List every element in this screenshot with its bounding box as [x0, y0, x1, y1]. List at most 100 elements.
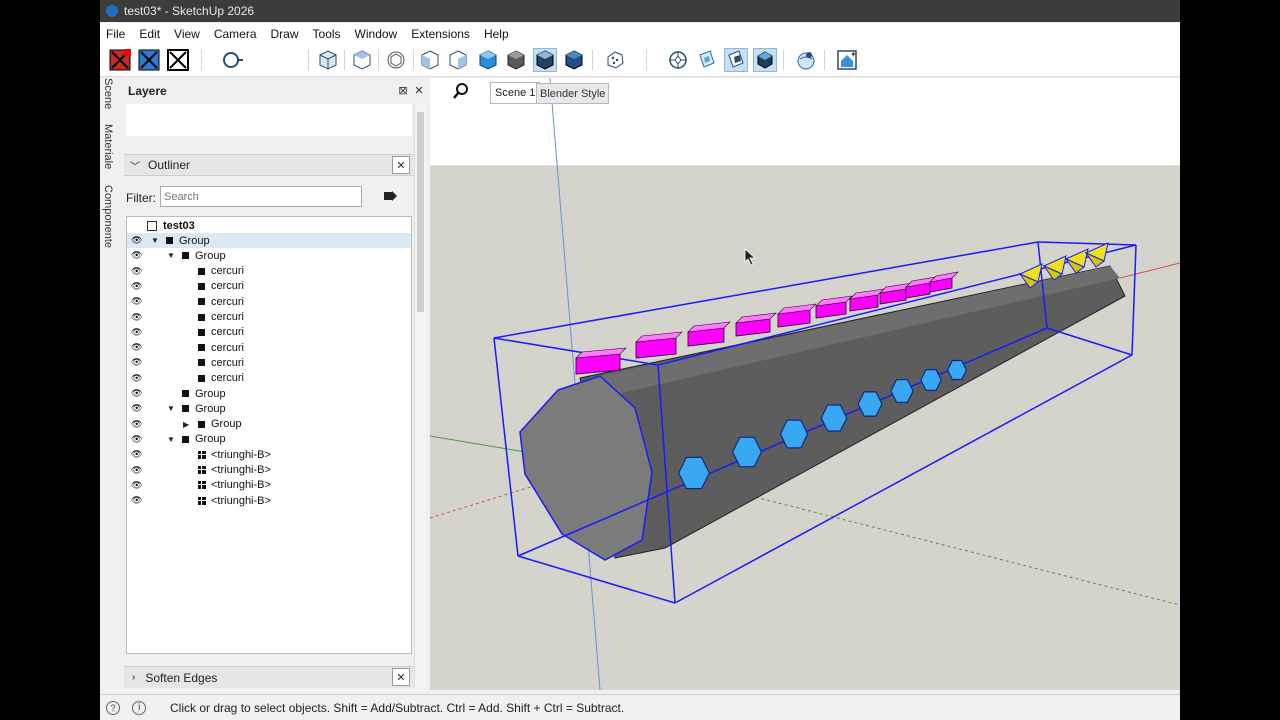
shaded-style-icon[interactable] [562, 48, 586, 72]
layers-panel-header[interactable]: Layere [124, 80, 414, 102]
eye-visibility-icon[interactable]: 👁 [131, 235, 142, 246]
outliner-row[interactable]: 👁 <triunghi-B> [127, 463, 411, 478]
soften-edges-close-button[interactable]: ✕ [392, 668, 410, 686]
display-section-icon[interactable] [724, 48, 748, 72]
top-view-icon[interactable] [350, 48, 374, 72]
sketchup-window: test03* - SketchUp 2026 File Edit View C… [100, 0, 1180, 720]
outliner-row[interactable]: 👁 cercuri [127, 310, 411, 325]
xray-blue-icon[interactable] [137, 48, 161, 72]
scene-tab-blender-style[interactable]: Blender Style [536, 83, 610, 104]
cyan-hex-boss [890, 379, 914, 403]
menu-view[interactable]: View [174, 27, 200, 41]
search-icon[interactable] [452, 82, 470, 100]
geo-location-icon[interactable] [794, 48, 818, 72]
menu-camera[interactable]: Camera [214, 27, 257, 41]
outliner-row[interactable]: 👁 <triunghi-B> [127, 493, 411, 508]
outliner-tree[interactable]: test03 👁 ▼ Group 👁 ▼ Group 👁 cercuri 👁 cercuri 👁 cer… [126, 216, 412, 654]
tray-scrollbar-thumb[interactable] [417, 112, 424, 312]
textured-style-icon[interactable] [603, 48, 627, 72]
outliner-row[interactable]: 👁 cercuri [127, 355, 411, 370]
pin-icon[interactable]: ⊠ [396, 83, 410, 97]
expand-right-icon[interactable]: ▶ [183, 420, 189, 429]
iso-view-icon[interactable] [316, 48, 340, 72]
side-tab-components[interactable]: Componente [102, 185, 114, 248]
outliner-row[interactable]: 👁 <triunghi-B> [127, 447, 411, 462]
info-icon[interactable]: i [132, 700, 146, 715]
expand-down-icon[interactable]: ▼ [151, 236, 159, 245]
menu-help[interactable]: Help [484, 27, 509, 41]
outliner-row[interactable]: 👁 ▼ Group [127, 432, 411, 447]
geo-status-icon[interactable]: ? [106, 700, 120, 715]
menu-edit[interactable]: Edit [139, 27, 160, 41]
eye-visibility-icon[interactable]: 👁 [131, 312, 142, 323]
eye-visibility-icon[interactable]: 👁 [131, 357, 142, 368]
eye-visibility-icon[interactable]: 👁 [131, 342, 142, 353]
eye-visibility-icon[interactable]: 👁 [131, 480, 142, 491]
left-view-icon[interactable] [476, 48, 500, 72]
outliner-row[interactable]: 👁 ▶ Group [127, 417, 411, 432]
bottom-view-icon[interactable] [504, 48, 528, 72]
eye-visibility-icon[interactable]: 👁 [131, 266, 142, 277]
front-view-icon[interactable] [384, 48, 408, 72]
side-tab-materials[interactable]: Materiale [102, 124, 114, 169]
back-view-icon[interactable] [446, 48, 470, 72]
monochrome-style-icon[interactable] [666, 48, 690, 72]
warehouse-icon[interactable]: ✦ [835, 48, 859, 72]
eye-visibility-icon[interactable]: 👁 [131, 296, 142, 307]
menu-window[interactable]: Window [355, 27, 398, 41]
outliner-root-row[interactable]: test03 [127, 218, 411, 233]
outliner-row-label: Group [179, 234, 210, 247]
expand-down-icon[interactable]: ▼ [167, 435, 175, 444]
outliner-row[interactable]: 👁 ▼ Group [127, 401, 411, 416]
eye-visibility-icon[interactable]: 👁 [131, 327, 142, 338]
menu-extensions[interactable]: Extensions [411, 27, 470, 41]
side-tab-scene[interactable]: Scene [102, 78, 114, 109]
right-view-icon[interactable] [418, 48, 442, 72]
eye-visibility-icon[interactable]: 👁 [131, 403, 142, 414]
outliner-row[interactable]: 👁 <triunghi-B> [127, 478, 411, 493]
group-icon [182, 390, 189, 397]
outliner-row-label: cercuri [211, 311, 245, 323]
scene-tab-1[interactable]: Scene 1 [490, 82, 541, 104]
soften-edges-panel-header[interactable]: › Soften Edges [124, 666, 414, 688]
outliner-row[interactable]: 👁 cercuri [127, 325, 411, 340]
model-viewport[interactable]: Scene 1 Blender Style [430, 78, 1180, 690]
expand-down-icon[interactable]: ▼ [167, 251, 175, 260]
eye-visibility-icon[interactable]: 👁 [131, 495, 142, 506]
eye-visibility-icon[interactable]: 👁 [131, 281, 142, 292]
layers-list[interactable] [126, 104, 412, 136]
outliner-row[interactable]: 👁 cercuri [127, 371, 411, 386]
eye-visibility-icon[interactable]: 👁 [131, 449, 142, 460]
section-plane-icon[interactable] [695, 48, 719, 72]
eye-visibility-icon[interactable]: 👁 [131, 419, 142, 430]
outliner-panel-header[interactable]: ﹀ Outliner [124, 154, 414, 176]
outliner-close-button[interactable]: ✕ [392, 156, 410, 174]
outliner-row[interactable]: 👁 cercuri [127, 279, 411, 294]
outliner-row-label: Group [195, 249, 226, 262]
eye-visibility-icon[interactable]: 👁 [131, 388, 142, 399]
menu-draw[interactable]: Draw [271, 27, 299, 41]
tray-close-icon[interactable]: ✕ [412, 83, 426, 97]
filter-search-input[interactable] [160, 186, 362, 207]
eye-visibility-icon[interactable]: 👁 [131, 250, 142, 261]
outliner-row[interactable]: 👁 cercuri [127, 294, 411, 309]
outliner-row[interactable]: 👁 cercuri [127, 340, 411, 355]
wireframe-style-icon[interactable] [533, 48, 557, 72]
menu-file[interactable]: File [106, 27, 125, 41]
eye-visibility-icon[interactable]: 👁 [131, 373, 142, 384]
outliner-row[interactable]: 👁 ▼ Group [127, 248, 411, 263]
expand-down-icon[interactable]: ▼ [167, 404, 175, 413]
outliner-row[interactable]: 👁 cercuri [127, 264, 411, 279]
eye-visibility-icon[interactable]: 👁 [131, 434, 142, 445]
eye-visibility-icon[interactable]: 👁 [131, 465, 142, 476]
xray-black-icon[interactable] [166, 48, 190, 72]
tray-scrollbar[interactable] [414, 104, 426, 688]
xray-red-icon[interactable] [108, 48, 132, 72]
section-cut-icon[interactable] [753, 48, 777, 72]
model-scene[interactable] [430, 78, 1180, 690]
outliner-options-icon[interactable] [382, 188, 398, 204]
outliner-row[interactable]: 👁 ▼ Group [127, 233, 411, 248]
orbit-icon[interactable] [220, 48, 244, 72]
outliner-row[interactable]: 👁 Group [127, 386, 411, 401]
menu-tools[interactable]: Tools [313, 27, 341, 41]
